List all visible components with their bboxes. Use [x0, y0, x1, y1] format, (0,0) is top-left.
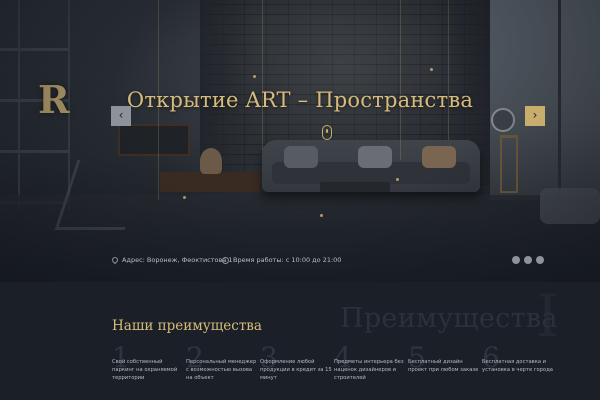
hero-vignette	[0, 0, 600, 282]
address-info: Адрес: Воронеж, Феоктистова 1	[110, 255, 233, 265]
scroll-mouse-icon[interactable]	[322, 125, 332, 140]
slider-prev-button[interactable]: ‹	[111, 106, 131, 126]
advantage-item: 4 Предметы интерьера без наценок дизайне…	[334, 344, 404, 394]
advantage-item: 6 Бесплатная доставка и установка в черт…	[482, 344, 553, 394]
clock-icon	[222, 256, 229, 264]
location-pin-icon	[110, 255, 120, 265]
advantage-item: 1 Свой собственный паркинг на охраняемой…	[112, 344, 182, 394]
vk-icon[interactable]	[512, 256, 520, 264]
advantage-item: 5 Бесплатный дизайн проект при любом зак…	[408, 344, 478, 394]
advantages-title: Наши преимущества	[112, 318, 262, 334]
advantage-text: Свой собственный паркинг на охраняемой т…	[112, 359, 178, 382]
advantage-text: Предметы интерьера без наценок дизайнеро…	[334, 359, 404, 382]
hero-slider: R Открытие ART – Пространства ‹ › Адрес:…	[0, 0, 600, 282]
hero-title: Открытие ART – Пространства	[126, 88, 474, 112]
advantage-text: Бесплатный дизайн проект при любом заказ…	[408, 359, 479, 374]
advantage-text: Бесплатная доставка и установка в черте …	[482, 359, 553, 374]
advantage-item: 3 Оформление любой продукции в кредит за…	[260, 344, 332, 394]
advantage-text: Оформление любой продукции в кредит за 1…	[260, 359, 332, 382]
hours-text: Время работы: с 10:00 до 21:00	[233, 256, 342, 264]
hours-info: Время работы: с 10:00 до 21:00	[222, 256, 341, 264]
instagram-icon[interactable]	[524, 256, 532, 264]
advantage-item: 2 Персональный менеджер с возможностью в…	[186, 344, 256, 394]
background-heading: Преимущества	[340, 303, 558, 334]
facebook-icon[interactable]	[536, 256, 544, 264]
slider-next-button[interactable]: ›	[525, 106, 545, 126]
advantage-text: Персональный менеджер с возможностью выз…	[186, 359, 257, 382]
address-text: Адрес: Воронеж, Феоктистова 1	[122, 256, 233, 264]
